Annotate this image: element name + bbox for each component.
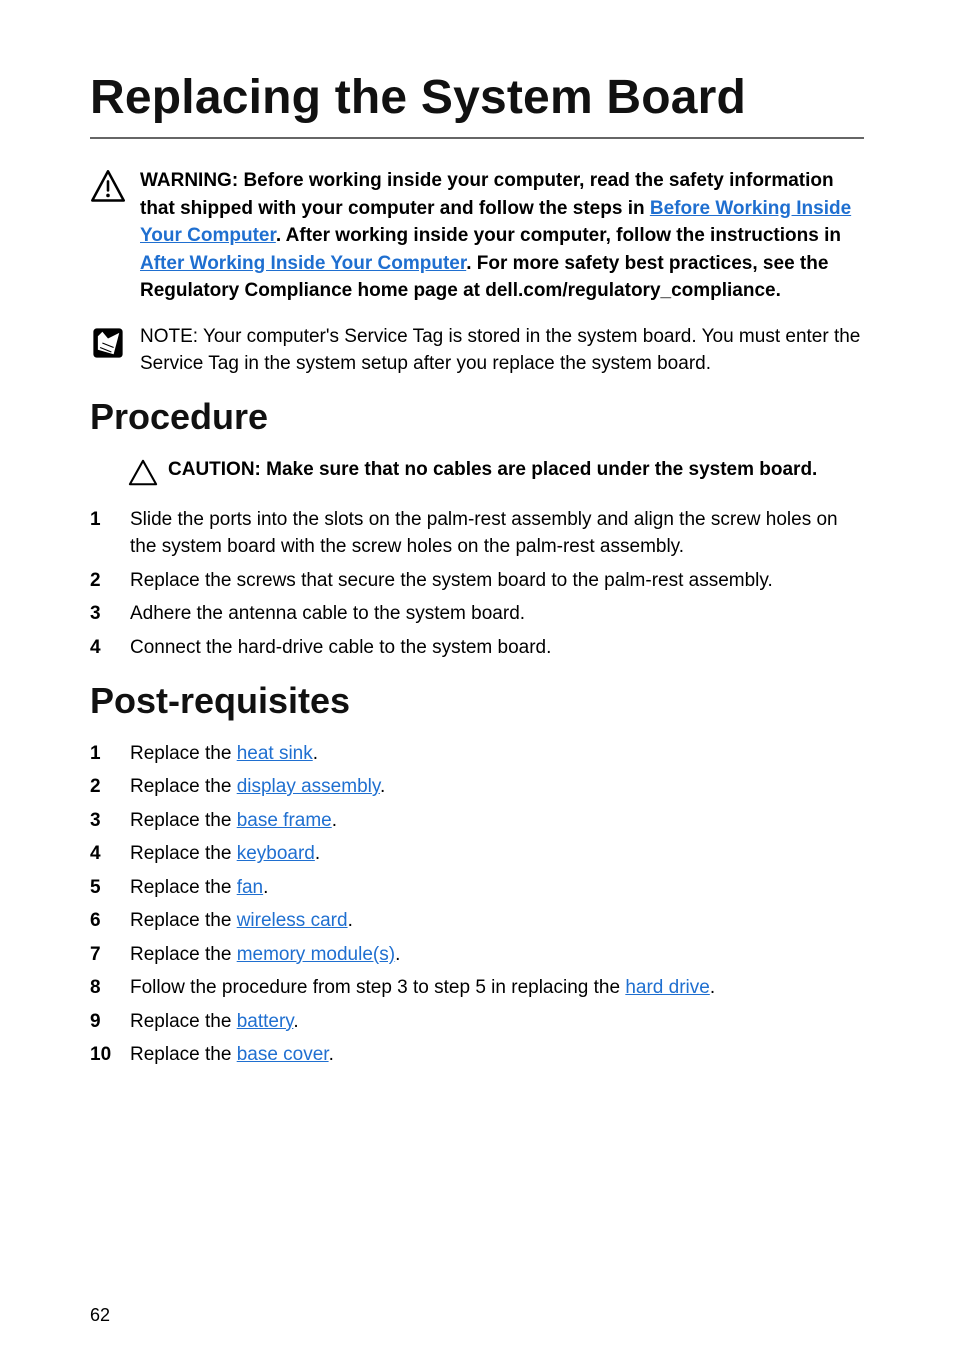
step-text: Replace the heat sink. (130, 740, 864, 768)
warning-callout: WARNING: Before working inside your comp… (90, 167, 864, 305)
keyboard-link[interactable]: keyboard (237, 843, 315, 864)
list-item: 10Replace the base cover. (90, 1041, 864, 1069)
step-text: Replace the memory module(s). (130, 941, 864, 969)
step-text: Replace the fan. (130, 874, 864, 902)
warning-link2[interactable]: After Working Inside Your Computer (140, 253, 466, 274)
step-number: 1 (90, 740, 130, 768)
step-text: Connect the hard-drive cable to the syst… (130, 634, 864, 662)
list-item: 2Replace the display assembly. (90, 773, 864, 801)
period: . (332, 810, 337, 831)
step-number: 10 (90, 1041, 130, 1069)
list-item: 3Replace the base frame. (90, 807, 864, 835)
step-text: Replace the base cover. (130, 1041, 864, 1069)
note-body: Your computer's Service Tag is stored in… (140, 326, 860, 375)
step-number: 1 (90, 506, 130, 534)
step-text: Adhere the antenna cable to the system b… (130, 600, 864, 628)
step-text: Replace the display assembly. (130, 773, 864, 801)
postreq-prefix: Replace the (130, 910, 237, 931)
warning-part2: . After working inside your computer, fo… (276, 225, 841, 246)
step-text: Replace the screws that secure the syste… (130, 567, 864, 595)
step-number: 6 (90, 907, 130, 935)
caution-icon (128, 458, 158, 488)
list-item: 1Slide the ports into the slots on the p… (90, 506, 864, 561)
fan-link[interactable]: fan (237, 877, 263, 898)
list-item: 3Adhere the antenna cable to the system … (90, 600, 864, 628)
page-title: Replacing the System Board (90, 70, 864, 139)
procedure-list: 1Slide the ports into the slots on the p… (90, 506, 864, 662)
postreq-prefix: Replace the (130, 1011, 237, 1032)
list-item: 5Replace the fan. (90, 874, 864, 902)
period: . (348, 910, 353, 931)
note-icon (90, 325, 126, 361)
note-label: NOTE: (140, 326, 203, 347)
period: . (293, 1011, 298, 1032)
heat-sink-link[interactable]: heat sink (237, 743, 313, 764)
postreq-prefix: Follow the procedure from step 3 to step… (130, 977, 625, 998)
period: . (263, 877, 268, 898)
step-number: 8 (90, 974, 130, 1002)
list-item: 8Follow the procedure from step 3 to ste… (90, 974, 864, 1002)
memory-modules-link[interactable]: memory module(s) (237, 944, 395, 965)
postreq-prefix: Replace the (130, 810, 237, 831)
postreq-prefix: Replace the (130, 877, 237, 898)
postreq-prefix: Replace the (130, 1044, 237, 1065)
list-item: 2Replace the screws that secure the syst… (90, 567, 864, 595)
list-item: 6Replace the wireless card. (90, 907, 864, 935)
base-frame-link[interactable]: base frame (237, 810, 332, 831)
caution-callout: CAUTION: Make sure that no cables are pl… (128, 456, 864, 488)
warning-text: WARNING: Before working inside your comp… (140, 167, 864, 305)
procedure-heading: Procedure (90, 396, 864, 438)
step-number: 4 (90, 840, 130, 868)
step-number: 9 (90, 1008, 130, 1036)
postreq-prefix: Replace the (130, 776, 237, 797)
page-number: 62 (90, 1305, 110, 1326)
note-text: NOTE: Your computer's Service Tag is sto… (140, 323, 864, 378)
step-text: Slide the ports into the slots on the pa… (130, 506, 864, 561)
step-number: 4 (90, 634, 130, 662)
step-text: Follow the procedure from step 3 to step… (130, 974, 864, 1002)
step-text: Replace the wireless card. (130, 907, 864, 935)
display-assembly-link[interactable]: display assembly (237, 776, 380, 797)
step-number: 5 (90, 874, 130, 902)
period: . (315, 843, 320, 864)
battery-link[interactable]: battery (237, 1011, 294, 1032)
step-number: 3 (90, 600, 130, 628)
note-callout: NOTE: Your computer's Service Tag is sto… (90, 323, 864, 378)
postreq-prefix: Replace the (130, 843, 237, 864)
list-item: 4Replace the keyboard. (90, 840, 864, 868)
period: . (313, 743, 318, 764)
period: . (329, 1044, 334, 1065)
postreq-prefix: Replace the (130, 743, 237, 764)
postreq-heading: Post-requisites (90, 680, 864, 722)
step-number: 2 (90, 567, 130, 595)
step-text: Replace the keyboard. (130, 840, 864, 868)
warning-icon (90, 169, 126, 205)
step-text: Replace the battery. (130, 1008, 864, 1036)
list-item: 9Replace the battery. (90, 1008, 864, 1036)
postreq-prefix: Replace the (130, 944, 237, 965)
postreq-list: 1Replace the heat sink. 2Replace the dis… (90, 740, 864, 1069)
step-number: 2 (90, 773, 130, 801)
list-item: 7Replace the memory module(s). (90, 941, 864, 969)
list-item: 1Replace the heat sink. (90, 740, 864, 768)
warning-label: WARNING: (140, 170, 243, 191)
period: . (395, 944, 400, 965)
caution-text: CAUTION: Make sure that no cables are pl… (168, 456, 864, 484)
list-item: 4Connect the hard-drive cable to the sys… (90, 634, 864, 662)
step-text: Replace the base frame. (130, 807, 864, 835)
period: . (710, 977, 715, 998)
period: . (380, 776, 385, 797)
base-cover-link[interactable]: base cover (237, 1044, 329, 1065)
step-number: 3 (90, 807, 130, 835)
hard-drive-link[interactable]: hard drive (625, 977, 710, 998)
wireless-card-link[interactable]: wireless card (237, 910, 348, 931)
step-number: 7 (90, 941, 130, 969)
